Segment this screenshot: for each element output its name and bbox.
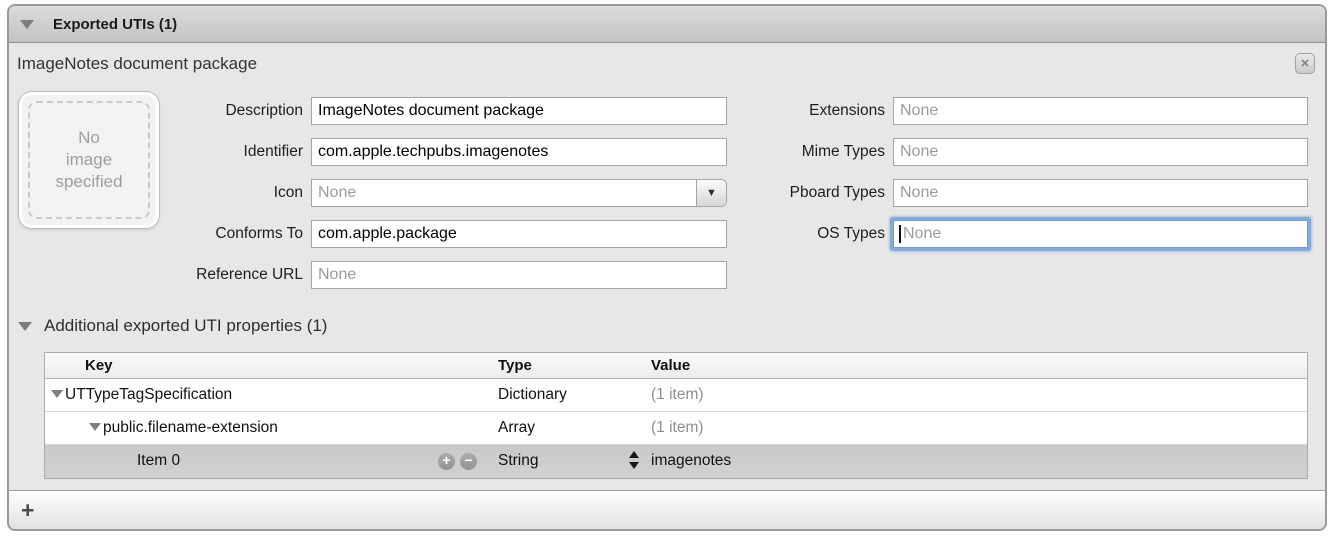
properties-table: Key Type Value UTTypeTagSpecification Di… bbox=[44, 352, 1308, 479]
stepper-icon[interactable] bbox=[629, 451, 639, 469]
description-row: Description bbox=[119, 97, 727, 125]
no-image-line: specified bbox=[55, 171, 122, 193]
os-types-label: OS Types bbox=[699, 225, 893, 243]
pboard-types-row: Pboard Types bbox=[699, 179, 1308, 207]
exported-utis-panel: Exported UTIs (1) ImageNotes document pa… bbox=[7, 4, 1327, 531]
conforms-to-row: Conforms To bbox=[119, 220, 727, 248]
row-type: Array bbox=[498, 419, 535, 437]
disclosure-triangle-icon[interactable] bbox=[18, 322, 32, 331]
reference-url-row: Reference URL bbox=[119, 261, 727, 289]
pboard-types-field[interactable] bbox=[893, 179, 1308, 207]
additional-properties-section-header[interactable]: Additional exported UTI properties (1) bbox=[18, 315, 327, 337]
close-button[interactable]: ✕ bbox=[1295, 53, 1315, 74]
row-type-popup[interactable]: String bbox=[498, 452, 539, 470]
panel-footer: + bbox=[9, 490, 1325, 529]
add-item-button[interactable]: + bbox=[438, 453, 455, 470]
column-header-value[interactable]: Value bbox=[651, 357, 690, 374]
additional-properties-title: Additional exported UTI properties (1) bbox=[44, 316, 327, 336]
minus-icon: − bbox=[464, 452, 472, 468]
extensions-row: Extensions bbox=[699, 97, 1308, 125]
mime-types-label: Mime Types bbox=[699, 143, 893, 161]
os-types-row: OS Types bbox=[699, 220, 1308, 248]
exported-utis-title: Exported UTIs (1) bbox=[53, 16, 177, 33]
table-header-row: Key Type Value bbox=[45, 353, 1307, 379]
description-label: Description bbox=[119, 102, 311, 120]
row-key: UTTypeTagSpecification bbox=[65, 386, 232, 404]
stepper-down-icon bbox=[629, 462, 639, 469]
text-caret bbox=[899, 225, 901, 243]
icon-combo-box: ▼ bbox=[311, 179, 727, 207]
icon-row: Icon ▼ bbox=[119, 179, 727, 207]
exported-utis-section-header[interactable]: Exported UTIs (1) bbox=[9, 6, 1325, 43]
row-value: (1 item) bbox=[651, 419, 704, 437]
conforms-to-field[interactable] bbox=[311, 220, 727, 248]
table-row-uttypetagspecification[interactable]: UTTypeTagSpecification Dictionary (1 ite… bbox=[45, 379, 1307, 412]
stepper-up-icon bbox=[629, 451, 639, 458]
mime-types-row: Mime Types bbox=[699, 138, 1308, 166]
disclosure-triangle-icon[interactable] bbox=[89, 423, 101, 431]
icon-field[interactable] bbox=[312, 180, 696, 206]
identifier-field[interactable] bbox=[311, 138, 727, 166]
os-types-field-wrap bbox=[893, 220, 1308, 248]
os-types-field[interactable] bbox=[893, 220, 1308, 248]
identifier-row: Identifier bbox=[119, 138, 727, 166]
reference-url-field[interactable] bbox=[311, 261, 727, 289]
description-field[interactable] bbox=[311, 97, 727, 125]
close-icon: ✕ bbox=[1300, 57, 1309, 70]
table-row-public-filename-extension[interactable]: public.filename-extension Array (1 item) bbox=[45, 412, 1307, 445]
extensions-field[interactable] bbox=[893, 97, 1308, 125]
no-image-line: No bbox=[78, 127, 100, 149]
identifier-label: Identifier bbox=[119, 143, 311, 161]
row-type: Dictionary bbox=[498, 386, 567, 404]
no-image-line: image bbox=[66, 149, 112, 171]
plus-icon: + bbox=[442, 452, 450, 468]
row-key: public.filename-extension bbox=[103, 419, 278, 437]
remove-item-button[interactable]: − bbox=[460, 453, 477, 470]
row-key: Item 0 bbox=[137, 452, 180, 470]
conforms-to-label: Conforms To bbox=[119, 225, 311, 243]
icon-label: Icon bbox=[119, 184, 311, 202]
disclosure-triangle-icon[interactable] bbox=[20, 20, 34, 29]
mime-types-field[interactable] bbox=[893, 138, 1308, 166]
row-value: (1 item) bbox=[651, 386, 704, 404]
column-header-type[interactable]: Type bbox=[498, 357, 532, 374]
disclosure-triangle-icon[interactable] bbox=[51, 390, 63, 398]
column-header-key[interactable]: Key bbox=[85, 357, 113, 374]
add-uti-button[interactable]: + bbox=[21, 500, 34, 520]
table-row-item-0[interactable]: Item 0 + − String imagenotes bbox=[45, 445, 1307, 478]
reference-url-label: Reference URL bbox=[119, 266, 311, 284]
uti-name-label: ImageNotes document package bbox=[17, 54, 257, 74]
pboard-types-label: Pboard Types bbox=[699, 184, 893, 202]
row-value: imagenotes bbox=[651, 452, 731, 470]
panel-content: Exported UTIs (1) ImageNotes document pa… bbox=[9, 6, 1325, 529]
extensions-label: Extensions bbox=[699, 102, 893, 120]
